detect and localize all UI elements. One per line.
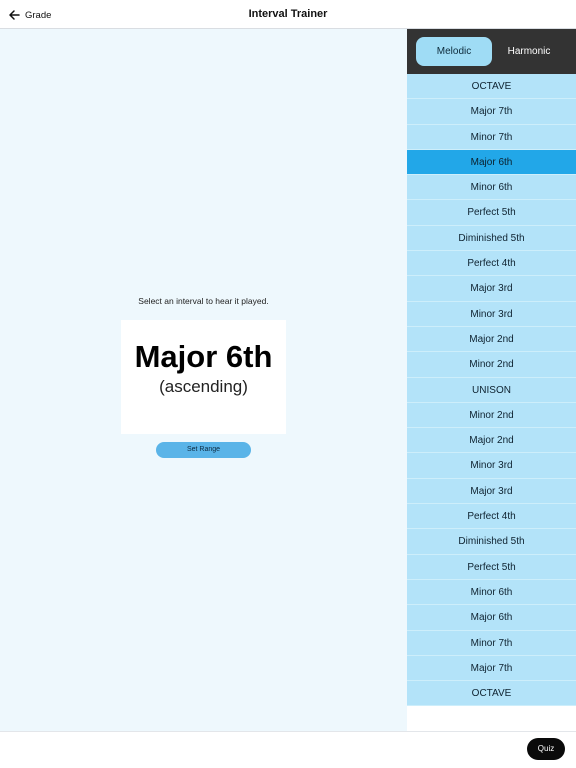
interval-list-item[interactable]: Perfect 4th [407,504,576,530]
interval-list-item[interactable]: Minor 7th [407,124,576,150]
interval-list-item[interactable]: Major 3rd [407,478,576,505]
segment-harmonic[interactable]: Harmonic [491,37,567,66]
interval-direction: (ascending) [159,377,248,396]
interval-name: Major 6th [134,339,273,374]
interval-list: OCTAVE Major 7th Minor 7th Major 6th Minor 6… [407,74,576,707]
interval-list-item[interactable]: Diminished 5th [407,225,576,252]
segment-melodic[interactable]: Melodic [416,37,492,66]
interval-list-item[interactable]: OCTAVE [407,681,576,707]
set-range-button[interactable]: Set Range [156,442,251,458]
interval-list-item[interactable]: Major 7th [407,655,576,682]
interval-list-item[interactable]: OCTAVE [407,74,576,100]
interval-list-item[interactable]: Perfect 5th [407,554,576,580]
quiz-button[interactable]: Quiz [527,738,565,760]
interval-list-item[interactable]: UNISON [407,377,576,403]
interval-list-item[interactable]: Major 6th [407,605,576,631]
interval-list-item[interactable]: Major 3rd [407,276,576,302]
interval-card: Major 6th (ascending) [121,320,286,434]
bottom-toolbar [0,731,576,768]
interval-list-item[interactable]: Minor 6th [407,579,576,606]
interval-list-item[interactable]: Minor 7th [407,630,576,656]
main-content: Select an interval to hear it played. Ma… [0,29,407,731]
interval-list-item[interactable]: Major 6th [407,149,576,176]
interval-list-item[interactable]: Diminished 5th [407,529,576,555]
interval-list-item[interactable]: Major 2nd [407,326,576,353]
interval-list-item[interactable]: Perfect 5th [407,200,576,226]
sidebar-footer-space [407,706,576,731]
instruction-text: Select an interval to hear it played. [138,296,269,306]
interval-list-item[interactable]: Minor 2nd [407,352,576,378]
interval-sidebar: Melodic Harmonic OCTAVE Major 7th Minor 7t… [407,29,576,707]
navigation-bar: Grade Interval Trainer [0,0,576,29]
interval-list-item[interactable]: Minor 3rd [407,301,576,327]
interval-list-item[interactable]: Perfect 4th [407,251,576,277]
page-title: Interval Trainer [248,8,328,20]
interval-list-item[interactable]: Major 7th [407,99,576,125]
interval-list-item[interactable]: Minor 6th [407,175,576,201]
interval-list-item[interactable]: Major 2nd [407,428,576,454]
mode-segmented-control: Melodic Harmonic [407,29,576,74]
interval-list-item[interactable]: Minor 2nd [407,402,576,429]
interval-list-item[interactable]: Minor 3rd [407,453,576,479]
